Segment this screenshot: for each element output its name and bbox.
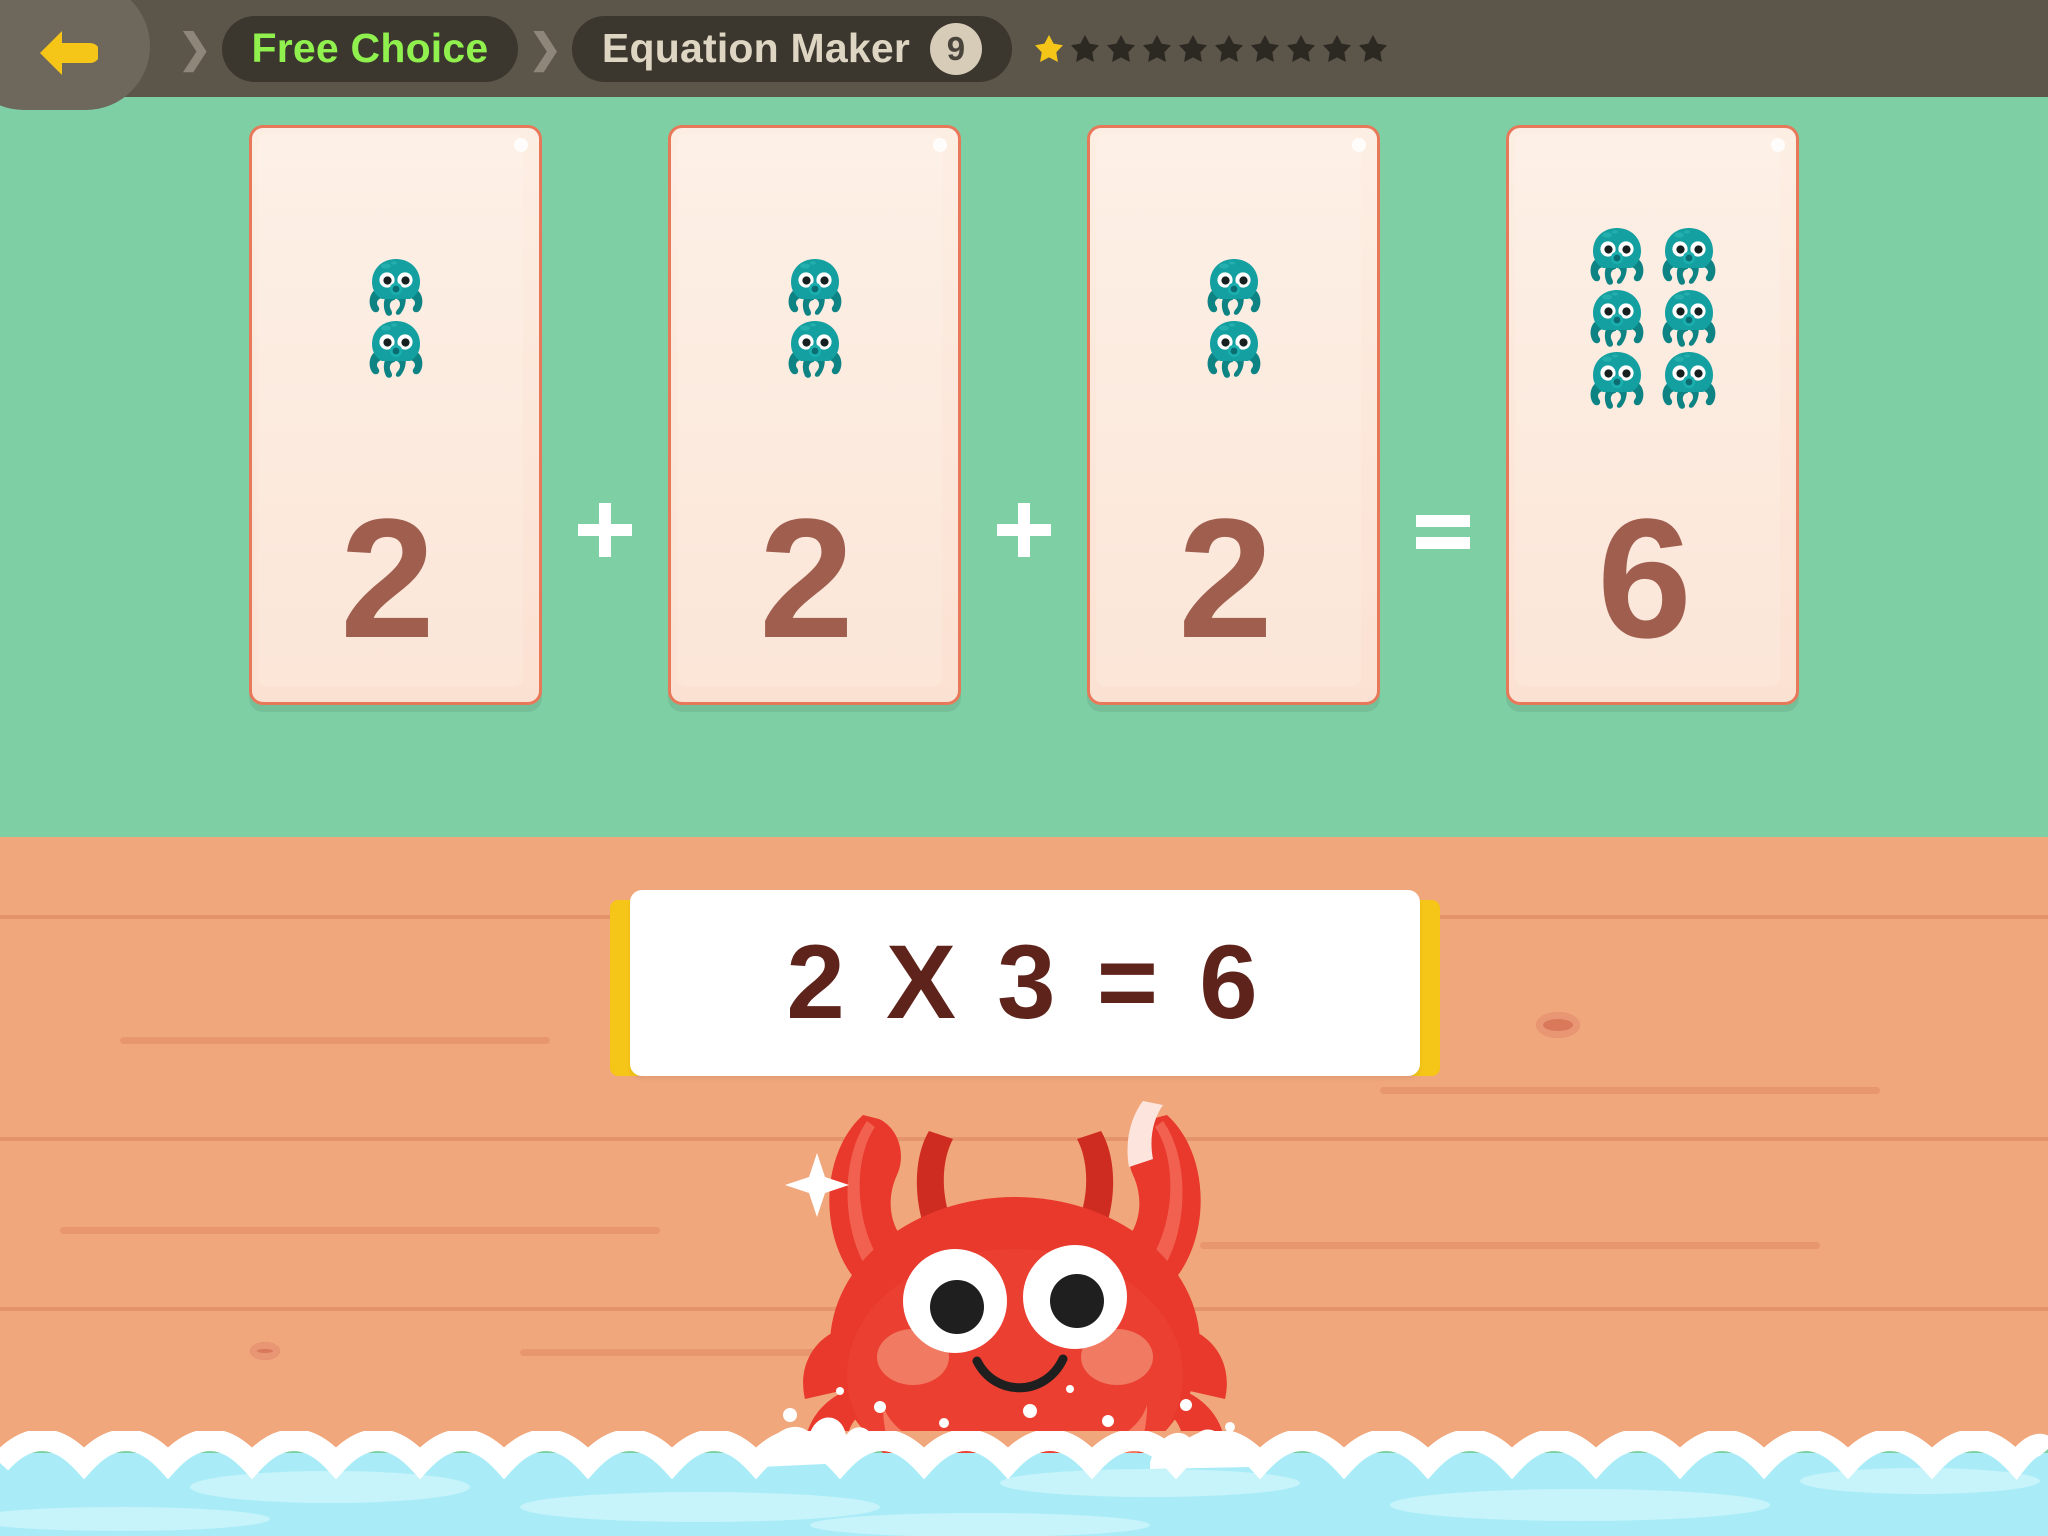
banner-paper: 2 X 3 = 6 <box>630 890 1420 1076</box>
number-card[interactable]: 2 <box>668 125 961 705</box>
breadcrumb: ❯ Free Choice ❯ Equation Maker 9 <box>168 0 1390 97</box>
octopus-icon <box>1590 290 1643 347</box>
result-card[interactable]: 6 <box>1506 125 1799 705</box>
octopus-grid <box>786 256 844 380</box>
octopus-icon <box>1207 259 1260 316</box>
octopus-icon <box>1590 352 1643 409</box>
star-empty-icon <box>1356 32 1390 66</box>
back-button[interactable] <box>0 0 150 110</box>
card-icon-group <box>1509 128 1796 508</box>
plus-icon <box>542 125 668 705</box>
octopus-icon <box>1662 290 1715 347</box>
octopus-icon <box>1662 352 1715 409</box>
card-icon-group <box>671 128 958 508</box>
plus-icon <box>961 125 1087 705</box>
star-empty-icon <box>1320 32 1354 66</box>
star-progress <box>1032 32 1390 66</box>
star-empty-icon <box>1212 32 1246 66</box>
arrow-left-icon <box>36 27 98 79</box>
card-icon-group <box>252 128 539 508</box>
number-card[interactable]: 2 <box>1087 125 1380 705</box>
play-stage: 2 2 2 6 <box>0 97 2048 837</box>
octopus-icon <box>1662 228 1715 285</box>
octopus-grid <box>1205 256 1263 380</box>
star-empty-icon <box>1176 32 1210 66</box>
card-number: 2 <box>759 484 854 674</box>
card-number: 2 <box>340 484 435 674</box>
star-empty-icon <box>1104 32 1138 66</box>
star-empty-icon <box>1140 32 1174 66</box>
breadcrumb-separator-1: ❯ <box>178 26 212 71</box>
card-number: 6 <box>1597 484 1692 674</box>
star-empty-icon <box>1248 32 1282 66</box>
breadcrumb-item-equation-maker[interactable]: Equation Maker 9 <box>571 15 1012 82</box>
equation-banner: 2 X 3 = 6 <box>610 890 1440 1080</box>
star-filled-icon <box>1032 32 1066 66</box>
equals-icon <box>1380 125 1506 705</box>
card-icon-group <box>1090 128 1377 508</box>
star-empty-icon <box>1068 32 1102 66</box>
octopus-icon <box>788 321 841 378</box>
breadcrumb-separator-2: ❯ <box>528 26 562 71</box>
octopus-icon <box>369 259 422 316</box>
top-navigation-bar: ❯ Free Choice ❯ Equation Maker 9 <box>0 0 2048 110</box>
octopus-icon <box>369 321 422 378</box>
equation-cards-row: 2 2 2 6 <box>0 97 2048 837</box>
breadcrumb-label-equation-maker: Equation Maker <box>601 25 910 71</box>
equation-text: 2 X 3 = 6 <box>786 924 1264 1041</box>
octopus-icon <box>1590 228 1643 285</box>
level-badge: 9 <box>930 22 982 75</box>
card-number: 2 <box>1178 484 1273 674</box>
water-splash <box>730 1371 1290 1481</box>
octopus-grid <box>1588 225 1718 411</box>
octopus-grid <box>367 256 425 380</box>
breadcrumb-item-free-choice[interactable]: Free Choice <box>221 15 519 82</box>
octopus-icon <box>788 259 841 316</box>
star-empty-icon <box>1284 32 1318 66</box>
number-card[interactable]: 2 <box>249 125 542 705</box>
octopus-icon <box>1207 321 1260 378</box>
